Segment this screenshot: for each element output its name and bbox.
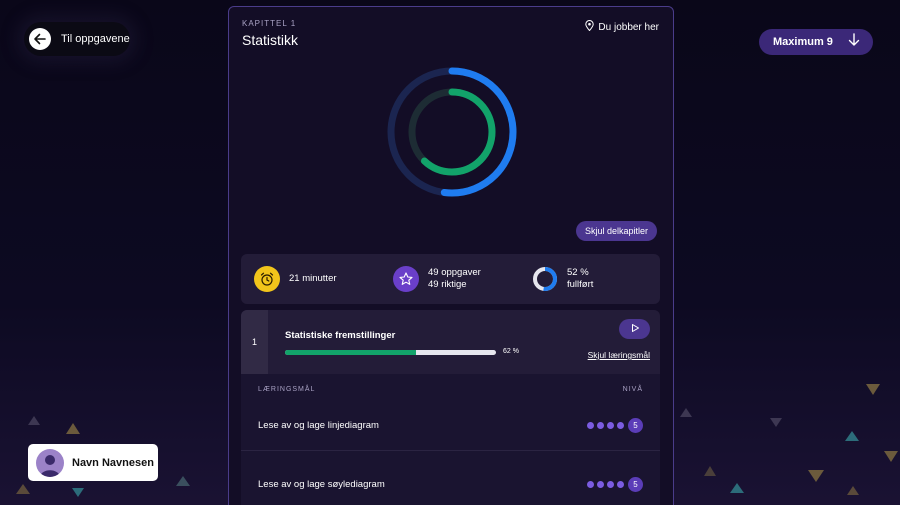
chapter-panel: KAPITTEL 1 Statistikk Du jobber her Skju… bbox=[228, 6, 674, 505]
learning-goal-row[interactable]: Lese av og lage linjediagram 5 bbox=[241, 396, 660, 454]
level-dot bbox=[587, 480, 594, 488]
stat-time-label: 21 minutter bbox=[289, 273, 337, 284]
subchapter-progress-label: 62 % bbox=[503, 348, 519, 355]
subchapter-progress-bar bbox=[285, 350, 496, 355]
maximum-select[interactable]: Maximum 9 bbox=[759, 29, 873, 55]
maximum-label: Maximum 9 bbox=[773, 36, 833, 48]
arrow-left-icon bbox=[29, 28, 51, 50]
level-badge: 5 bbox=[628, 417, 643, 433]
goals-header-left: LÆRINGSMÅL bbox=[258, 386, 316, 393]
subchapter-number: 1 bbox=[241, 310, 268, 374]
learning-goal-label: Lese av og lage linjediagram bbox=[258, 419, 379, 431]
subchapter-card: 1 Statistiske fremstillinger 62 % Skjul … bbox=[241, 310, 660, 374]
stat-tasks: 49 oppgaver 49 riktige bbox=[393, 266, 481, 292]
level-dot bbox=[597, 421, 604, 429]
back-to-tasks-button[interactable]: Til oppgavene bbox=[24, 22, 130, 56]
stat-completion: 52 % fullført bbox=[532, 266, 593, 292]
location-label: Du jobber her bbox=[598, 21, 659, 33]
user-name: Navn Navnesen bbox=[72, 456, 154, 469]
level-badge: 5 bbox=[628, 476, 643, 492]
learning-goals-list: LÆRINGSMÅL NIVÅ Lese av og lage linjedia… bbox=[241, 374, 660, 505]
level-indicator: 5 bbox=[587, 417, 643, 433]
stat-time: 21 minutter bbox=[254, 266, 337, 292]
level-indicator: 5 bbox=[587, 476, 643, 492]
map-pin-icon bbox=[585, 20, 595, 34]
chapter-title: Statistikk bbox=[242, 32, 299, 48]
stat-tasks-count: 49 oppgaver bbox=[428, 267, 481, 278]
play-button[interactable] bbox=[619, 319, 650, 339]
learning-goal-row[interactable]: Lese av og lage søylediagram 5 bbox=[241, 455, 660, 505]
level-dot bbox=[597, 480, 604, 488]
hide-subchapters-button[interactable]: Skjul delkapitler bbox=[575, 221, 657, 241]
subchapter-title: Statistiske fremstillinger bbox=[285, 330, 396, 341]
chapter-progress-rings bbox=[387, 67, 517, 197]
chapter-kicker: KAPITTEL 1 bbox=[242, 19, 297, 28]
goals-header-right: NIVÅ bbox=[622, 386, 643, 393]
play-icon bbox=[630, 320, 640, 338]
level-dot bbox=[607, 421, 614, 429]
alarm-clock-icon bbox=[254, 266, 280, 292]
arrow-down-icon bbox=[847, 32, 861, 52]
level-dot bbox=[617, 421, 624, 429]
star-icon bbox=[393, 266, 419, 292]
divider bbox=[241, 450, 660, 451]
stat-completion-percent: 52 % bbox=[567, 267, 589, 278]
user-card[interactable]: Navn Navnesen bbox=[28, 444, 158, 481]
stat-tasks-correct: 49 riktige bbox=[428, 279, 467, 290]
back-button-label: Til oppgavene bbox=[61, 33, 130, 45]
user-avatar-icon bbox=[36, 448, 64, 477]
current-location-indicator: Du jobber her bbox=[585, 20, 659, 34]
level-dot bbox=[587, 421, 594, 429]
learning-goal-label: Lese av og lage søylediagram bbox=[258, 478, 385, 490]
subchapter-progress-fill bbox=[285, 350, 416, 355]
stat-completion-label: fullført bbox=[567, 279, 594, 290]
donut-progress-icon bbox=[532, 266, 558, 292]
level-dot bbox=[617, 480, 624, 488]
level-dot bbox=[607, 480, 614, 488]
hide-learning-goals-link[interactable]: Skjul læringsmål bbox=[588, 350, 650, 360]
chapter-stats: 21 minutter 49 oppgaver 49 riktige 52 % … bbox=[241, 254, 660, 304]
